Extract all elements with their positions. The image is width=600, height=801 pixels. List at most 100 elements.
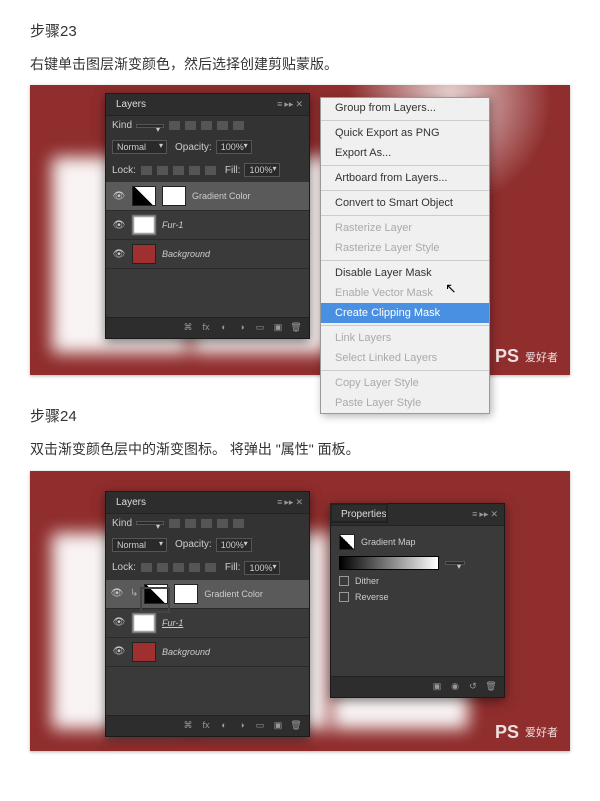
properties-panel[interactable]: Properties ≡▸▸✕ Gradient Map Dither (330, 503, 505, 698)
panel-menu-icon[interactable]: ≡ (472, 509, 477, 520)
delete-icon[interactable]: 🗑 (289, 720, 303, 732)
gradient-map-icon (339, 534, 355, 550)
panel-close-icon[interactable]: ✕ (295, 497, 303, 508)
context-menu[interactable]: Group from Layers... Quick Export as PNG… (320, 97, 490, 414)
visibility-icon[interactable]: 👁 (112, 616, 126, 630)
step-24-block: 步骤24 双击渐变颜色层中的渐变图标。 将弹出 "属性" 面板。 Layers … (30, 405, 570, 750)
fill-label: Fill: (225, 562, 241, 573)
ctx-smart[interactable]: Convert to Smart Object (321, 193, 489, 213)
watermark: PS 爱好者 (495, 722, 558, 743)
reset-icon[interactable]: ↺ (466, 681, 480, 693)
kind-label: Kind (112, 120, 132, 131)
delete-icon[interactable]: 🗑 (289, 322, 303, 334)
new-layer-icon[interactable]: ▣ (271, 720, 285, 732)
ctx-disable-mask[interactable]: Disable Layer Mask (321, 263, 489, 283)
visibility-icon[interactable]: 👁 (112, 645, 126, 659)
layer-thumb-icon[interactable] (132, 215, 156, 235)
ctx-group[interactable]: Group from Layers... (321, 98, 489, 118)
adjustment-icon[interactable]: ◑ (235, 322, 249, 334)
layer-list: 👁 ↳ Gradient Color 👁 Fur-1 👁 Background (106, 580, 309, 667)
layer-name: Background (162, 647, 210, 657)
panel-close-icon[interactable]: ✕ (295, 99, 303, 110)
opacity-value[interactable]: 100% (216, 538, 252, 552)
lock-icons[interactable] (140, 562, 217, 573)
layer-gradient-color[interactable]: 👁 ↳ Gradient Color (106, 580, 309, 609)
ctx-paste-style: Paste Layer Style (321, 393, 489, 413)
panel-collapse-icon[interactable]: ▸▸ (284, 497, 293, 508)
layers-tab[interactable]: Layers (112, 495, 150, 510)
panel-collapse-icon[interactable]: ▸▸ (284, 99, 293, 110)
layer-thumb-icon[interactable] (132, 642, 156, 662)
group-icon[interactable]: ▭ (253, 322, 267, 334)
visibility-icon[interactable]: 👁 (112, 247, 126, 261)
ctx-clipping-mask[interactable]: Create Clipping Mask (321, 303, 489, 323)
blend-mode-select[interactable]: Normal (112, 538, 167, 552)
layer-list: 👁 Gradient Color 👁 Fur-1 👁 Background (106, 182, 309, 269)
fx-icon[interactable]: fx (199, 322, 213, 334)
lock-icons[interactable] (140, 165, 217, 176)
layer-name: Gradient Color (192, 191, 251, 201)
panel-menu-icon[interactable]: ≡ (277, 99, 282, 110)
filter-icons[interactable] (168, 518, 245, 529)
layer-thumb-icon[interactable] (132, 613, 156, 633)
reverse-checkbox[interactable] (339, 592, 349, 602)
layer-fur-1[interactable]: 👁 Fur-1 (106, 211, 309, 240)
dither-label: Dither (355, 576, 379, 586)
fill-value[interactable]: 100% (244, 163, 280, 177)
adjustment-icon[interactable]: ◑ (235, 720, 249, 732)
view-icon[interactable]: ◉ (448, 681, 462, 693)
kind-select[interactable] (136, 521, 164, 525)
layer-gradient-color[interactable]: 👁 Gradient Color (106, 182, 309, 211)
fill-value[interactable]: 100% (244, 561, 280, 575)
mask-icon[interactable]: ◐ (217, 720, 231, 732)
link-layers-icon[interactable]: ⌘ (181, 322, 195, 334)
panel-close-icon[interactable]: ✕ (490, 509, 498, 520)
gradient-bar[interactable] (339, 556, 439, 570)
ctx-artboard[interactable]: Artboard from Layers... (321, 168, 489, 188)
layers-panel[interactable]: Layers ≡▸▸✕ Kind Normal Opacity: 100% Lo… (105, 491, 310, 737)
ctx-rasterize: Rasterize Layer (321, 218, 489, 238)
visibility-icon[interactable]: 👁 (112, 189, 126, 203)
watermark-text: 爱好者 (525, 724, 558, 740)
group-icon[interactable]: ▭ (253, 720, 267, 732)
step-23-block: 步骤23 右键单击图层渐变颜色，然后选择创建剪贴蒙版。 Layers ≡▸▸✕ … (30, 20, 570, 375)
opacity-value[interactable]: 100% (216, 140, 252, 154)
step-24-desc: 双击渐变颜色层中的渐变图标。 将弹出 "属性" 面板。 (30, 438, 570, 460)
new-layer-icon[interactable]: ▣ (271, 322, 285, 334)
layer-mask-thumb[interactable] (162, 186, 186, 206)
layer-thumb-icon[interactable] (132, 186, 156, 206)
dither-checkbox[interactable] (339, 576, 349, 586)
clip-icon[interactable]: ▣ (430, 681, 444, 693)
fx-icon[interactable]: fx (199, 720, 213, 732)
fill-label: Fill: (225, 165, 241, 176)
panel-collapse-icon[interactable]: ▸▸ (479, 509, 488, 520)
delete-icon[interactable]: 🗑 (484, 681, 498, 693)
screenshot-24: Layers ≡▸▸✕ Kind Normal Opacity: 100% Lo… (30, 471, 570, 751)
visibility-icon[interactable]: 👁 (110, 587, 124, 601)
layer-thumb-icon[interactable] (132, 244, 156, 264)
ctx-export-as[interactable]: Export As... (321, 143, 489, 163)
layer-name: Fur-1 (162, 618, 183, 628)
layer-background[interactable]: 👁 Background (106, 638, 309, 667)
reverse-label: Reverse (355, 592, 389, 602)
layers-footer: ⌘ fx ◐ ◑ ▭ ▣ 🗑 (106, 317, 309, 338)
lock-label: Lock: (112, 165, 136, 176)
panel-menu-icon[interactable]: ≡ (277, 497, 282, 508)
gradient-dropdown[interactable] (445, 561, 465, 565)
filter-icons[interactable] (168, 120, 245, 131)
cursor-icon (445, 280, 457, 296)
layers-panel[interactable]: Layers ≡▸▸✕ Kind Normal Opacity: 100% Lo… (105, 93, 310, 339)
layer-fur-1[interactable]: 👁 Fur-1 (106, 609, 309, 638)
layers-tab[interactable]: Layers (112, 97, 150, 112)
ctx-vector-mask: Enable Vector Mask (321, 283, 489, 303)
mask-icon[interactable]: ◐ (217, 322, 231, 334)
visibility-icon[interactable]: 👁 (112, 218, 126, 232)
watermark-logo: PS (495, 346, 519, 367)
layer-background[interactable]: 👁 Background (106, 240, 309, 269)
ctx-export-png[interactable]: Quick Export as PNG (321, 123, 489, 143)
kind-select[interactable] (136, 124, 164, 128)
layer-mask-thumb[interactable] (174, 584, 198, 604)
link-layers-icon[interactable]: ⌘ (181, 720, 195, 732)
blend-mode-select[interactable]: Normal (112, 140, 167, 154)
watermark-logo: PS (495, 722, 519, 743)
